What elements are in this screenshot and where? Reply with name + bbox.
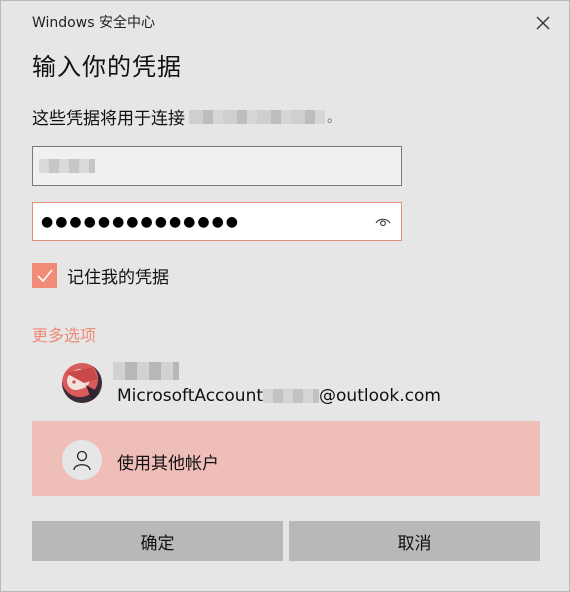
password-field[interactable]: ●●●●●●●●●●●●●● — [32, 202, 402, 241]
user-avatar — [62, 440, 102, 480]
subtitle-text: 这些凭据将用于连接 — [32, 109, 185, 129]
close-button[interactable] — [531, 11, 555, 35]
redacted-account-name — [113, 362, 179, 380]
redacted-server-name — [189, 109, 325, 124]
person-icon — [73, 450, 91, 471]
titlebar: Windows 安全中心 — [1, 1, 569, 41]
username-field[interactable] — [32, 146, 402, 186]
account-email-suffix: @outlook.com — [319, 386, 441, 406]
checkmark-icon — [36, 268, 53, 282]
ok-button[interactable]: 确定 — [32, 521, 283, 561]
account-email: MicrosoftAccount @outlook.com — [117, 386, 441, 406]
cancel-button[interactable]: 取消 — [289, 521, 540, 561]
other-account-option[interactable]: 使用其他帐户 — [32, 421, 540, 496]
remember-checkbox[interactable] — [32, 263, 57, 288]
redacted-username — [39, 159, 95, 173]
other-account-label: 使用其他帐户 — [117, 454, 219, 474]
credential-dialog: Windows 安全中心 输入你的凭据 这些凭据将用于连接 。 ●●●●●●●●… — [0, 0, 570, 592]
microsoft-account-option[interactable]: MicrosoftAccount @outlook.com — [32, 356, 540, 414]
close-icon — [536, 16, 550, 30]
account-email-prefix: MicrosoftAccount — [117, 386, 264, 406]
avatar-image — [66, 367, 100, 401]
password-value: ●●●●●●●●●●●●●● — [41, 213, 241, 230]
reveal-password-button[interactable] — [375, 215, 393, 229]
more-options-link[interactable]: 更多选项 — [32, 322, 96, 346]
eye-icon — [375, 218, 391, 226]
remember-credentials[interactable]: 记住我的凭据 — [32, 263, 169, 288]
dialog-subtitle: 这些凭据将用于连接 。 — [32, 104, 341, 129]
window-title: Windows 安全中心 — [32, 15, 155, 31]
redacted-email — [263, 389, 320, 403]
subtitle-suffix: 。 — [327, 109, 341, 126]
avatar — [62, 363, 102, 403]
dialog-heading: 输入你的凭据 — [32, 53, 182, 81]
remember-label: 记住我的凭据 — [67, 268, 169, 288]
